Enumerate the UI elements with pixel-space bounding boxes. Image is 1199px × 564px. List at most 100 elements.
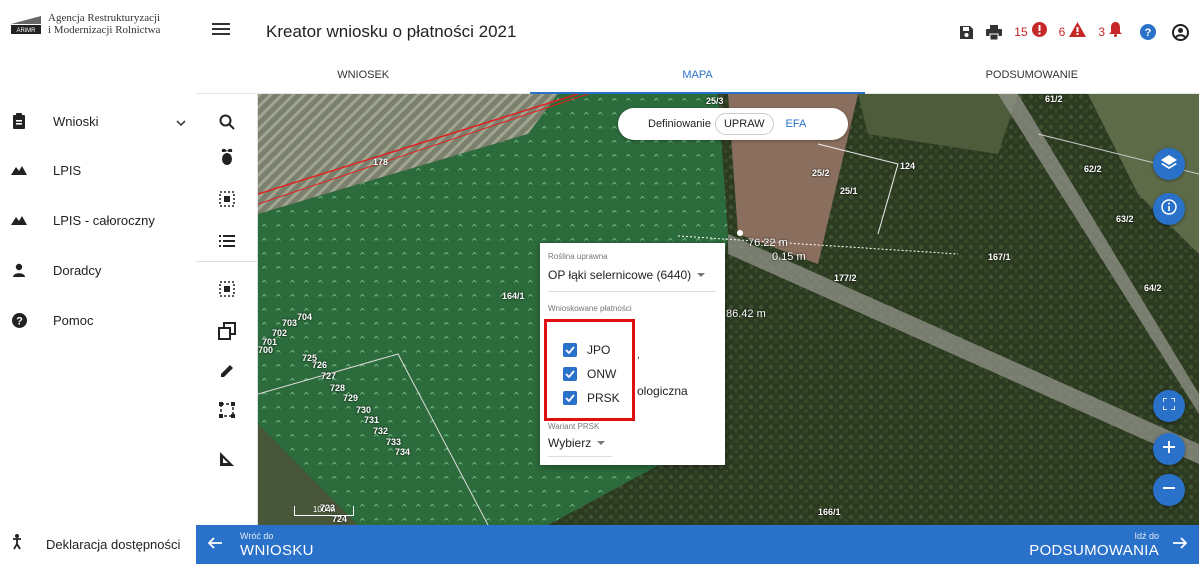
sidebar-item-label: Doradcy: [53, 262, 102, 278]
fullscreen-icon: [1162, 397, 1176, 415]
parcel-label: 25/2: [812, 168, 830, 178]
parcel-label: 727: [321, 371, 337, 381]
edit-pencil-icon[interactable]: [215, 359, 239, 383]
parcel-label: 734: [395, 447, 411, 457]
sidebar-item-pomoc[interactable]: ? Pomoc: [0, 305, 196, 335]
obscured-comma: ,: [637, 350, 640, 361]
notifications-indicator[interactable]: 3: [1098, 22, 1122, 42]
dropdown-caret-icon: [697, 273, 706, 277]
parcel-label: 25/1: [840, 186, 858, 196]
parcel-label: 166/1: [818, 507, 841, 517]
parcel-label: 124: [900, 161, 916, 171]
measurement-label: 76.22 m: [748, 237, 788, 249]
back-small-label: Wróć do: [240, 530, 274, 541]
help-icon[interactable]: ?: [1140, 24, 1156, 40]
parcel-label: 164/1: [502, 291, 525, 301]
account-icon[interactable]: [1172, 23, 1189, 41]
parcel-label: 704: [297, 312, 313, 322]
payment-checkbox-prsk[interactable]: PRSK: [563, 391, 620, 405]
search-icon[interactable]: [215, 110, 239, 134]
zoom-out-button[interactable]: [1153, 474, 1185, 506]
error-icon: [1031, 22, 1047, 42]
parcel-label: 730: [356, 405, 372, 415]
layers-button[interactable]: [1153, 148, 1185, 180]
layers-icon: [1161, 154, 1177, 174]
warnings-count: 6: [1058, 25, 1066, 39]
payment-label: ONW: [587, 367, 617, 381]
select-area-icon[interactable]: [215, 277, 239, 301]
info-icon: [1161, 198, 1177, 220]
info-button[interactable]: [1153, 193, 1185, 225]
variant-select[interactable]: Wybierz: [548, 436, 606, 450]
print-icon[interactable]: [986, 24, 1003, 40]
svg-text:?: ?: [16, 315, 23, 327]
draw-polygon-icon[interactable]: [215, 398, 239, 422]
payments-label: Wnioskowane płatności: [548, 304, 632, 313]
fullscreen-button[interactable]: [1153, 390, 1185, 422]
sidebar-item-wnioski[interactable]: Wnioski: [0, 106, 196, 136]
hamburger-menu-icon[interactable]: [212, 22, 230, 41]
measure-angle-icon[interactable]: [215, 447, 239, 471]
parcel-label: 178: [373, 157, 389, 167]
sidebar-item-lpis-caloroczny[interactable]: LPIS - całoroczny: [0, 205, 196, 235]
parcel-label: 61/2: [1045, 94, 1063, 104]
checkbox-checked-icon: [563, 367, 577, 381]
measurement-label: 86.42 m: [726, 308, 766, 320]
variant-select-value: Wybierz: [548, 436, 592, 450]
list-icon[interactable]: [215, 229, 239, 253]
parcel-label: 63/2: [1116, 214, 1134, 224]
svg-text:?: ?: [1145, 27, 1152, 39]
notifications-count: 3: [1098, 25, 1105, 39]
next-button[interactable]: Idź do PODSUMOWANIA: [1029, 525, 1188, 564]
back-button[interactable]: Wróć do WNIOSKU: [207, 525, 314, 564]
select-parcel-icon[interactable]: [215, 187, 239, 211]
variant-label: Wariant PRSK: [548, 422, 600, 431]
wizard-navigation: Wróć do WNIOSKU Idź do PODSUMOWANIA: [196, 525, 1199, 564]
minus-icon: [1163, 481, 1175, 499]
save-icon[interactable]: [959, 25, 974, 40]
map-view[interactable]: ^ 25/3 61/2 178 25/2: [258, 94, 1199, 525]
sidebar-item-lpis[interactable]: LPIS: [0, 155, 196, 185]
left-navigation: ARiMR Agencja Restrukturyzacji i Moderni…: [0, 0, 196, 564]
parcel-label: 733: [386, 437, 402, 447]
terrain-icon: [9, 215, 29, 225]
sidebar-item-label: LPIS: [53, 162, 82, 178]
accessibility-declaration-link[interactable]: Deklaracja dostępności: [0, 525, 196, 564]
sidebar-item-label: LPIS - całoroczny: [53, 212, 155, 228]
payment-checkbox-onw[interactable]: ONW: [563, 367, 616, 381]
errors-indicator[interactable]: 15: [1014, 22, 1047, 42]
crop-select[interactable]: OP łąki selernicowe (6440): [548, 268, 706, 282]
tab-mapa[interactable]: MAPA: [530, 64, 865, 94]
toggle-label: Definiowanie: [648, 118, 711, 130]
terrain-icon: [9, 165, 29, 175]
parcel-label: 732: [373, 426, 389, 436]
tab-podsumowanie[interactable]: PODSUMOWANIE: [865, 64, 1199, 93]
payment-checkbox-jpo[interactable]: JPO: [563, 343, 610, 357]
page-title: Kreator wniosku o płatności 2021: [266, 22, 517, 41]
parcel-label: 728: [330, 383, 346, 393]
parcel-label: 700: [258, 345, 274, 355]
plus-icon: [1163, 440, 1175, 458]
sidebar-item-doradcy[interactable]: Doradcy: [0, 255, 196, 285]
chevron-down-icon[interactable]: [176, 115, 186, 133]
zoom-in-button[interactable]: [1153, 433, 1185, 465]
toggle-option-efa[interactable]: EFA: [778, 114, 815, 134]
dropdown-caret-icon: [597, 441, 606, 445]
parcel-label: 729: [343, 393, 359, 403]
errors-count: 15: [1014, 25, 1028, 39]
plant-icon[interactable]: [215, 144, 239, 168]
toggle-option-upraw[interactable]: UPRAW: [714, 113, 774, 135]
parcel-label: 167/1: [988, 252, 1011, 262]
bell-icon: [1109, 22, 1122, 42]
brand[interactable]: ARiMR Agencja Restrukturyzacji i Moderni…: [10, 12, 190, 52]
payment-label: PRSK: [587, 391, 620, 405]
help-circle-icon: ?: [9, 312, 29, 328]
parcel-label: 64/2: [1144, 283, 1162, 293]
map-scale: 100 m: [294, 506, 354, 516]
copy-geometry-icon[interactable]: [215, 319, 239, 343]
person-icon: [9, 263, 29, 277]
parcel-label: 62/2: [1084, 164, 1102, 174]
agency-name: Agencja Restrukturyzacji i Modernizacji …: [48, 12, 160, 36]
warnings-indicator[interactable]: 6: [1059, 22, 1087, 42]
tab-wniosek[interactable]: WNIOSEK: [196, 64, 530, 93]
